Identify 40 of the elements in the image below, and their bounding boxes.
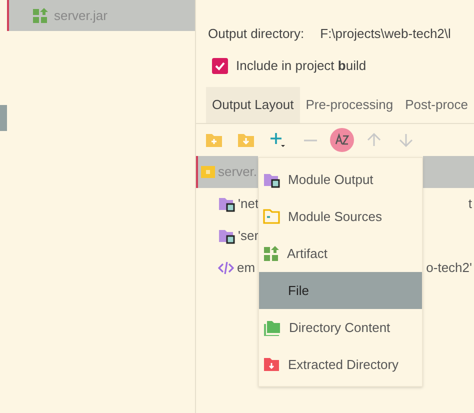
menu-item[interactable]: Module Output [259,161,422,198]
module-folder-icon [218,228,236,244]
menu-item[interactable]: Artifact [259,235,422,272]
scrollbar-thumb[interactable] [0,105,7,131]
module-folder-icon [263,172,280,188]
tree-row[interactable]: 'ser [196,220,258,252]
artifact-icon [263,246,280,262]
menu-item[interactable]: Module Sources [259,198,422,235]
checkmark-icon [214,60,226,72]
folder-down-icon [238,132,254,148]
tree-row[interactable]: em [196,252,258,284]
tab[interactable]: Pre-processing [300,87,400,123]
arrow-up-icon [367,133,382,147]
row-highlight [423,156,474,188]
tree-label: server. [218,163,258,182]
menu-item[interactable]: File [259,272,422,309]
output-directory-field[interactable]: F:\projects\web-tech2\l [320,24,451,44]
remove-icon [304,138,317,142]
code-icon [218,261,234,275]
menu-item[interactable]: Extracted Directory [259,346,422,383]
artifact-icon [32,8,48,24]
folder-icon [263,209,280,224]
tree-label: 'ser [238,227,258,246]
arrow-down-icon [399,133,414,147]
include-checkbox[interactable] [212,58,228,74]
output-directory-label: Output directory: [208,25,304,44]
tree-label-end: o-tech2' [426,259,473,278]
folder-add-icon [206,133,222,147]
menu-item[interactable]: Directory Content [259,309,422,346]
tab[interactable]: Post-proce [399,87,474,123]
add-icon [270,132,286,148]
folders-icon [263,320,282,336]
module-folder-icon [218,196,236,212]
tree-label-end: t [468,195,473,214]
folder-down-icon [263,357,280,372]
include-label: Include in project build [236,57,366,76]
jar-icon [201,165,216,179]
sort-button[interactable] [330,128,354,152]
tree-label: em [237,259,256,278]
tab[interactable]: Output Layout [206,87,300,123]
